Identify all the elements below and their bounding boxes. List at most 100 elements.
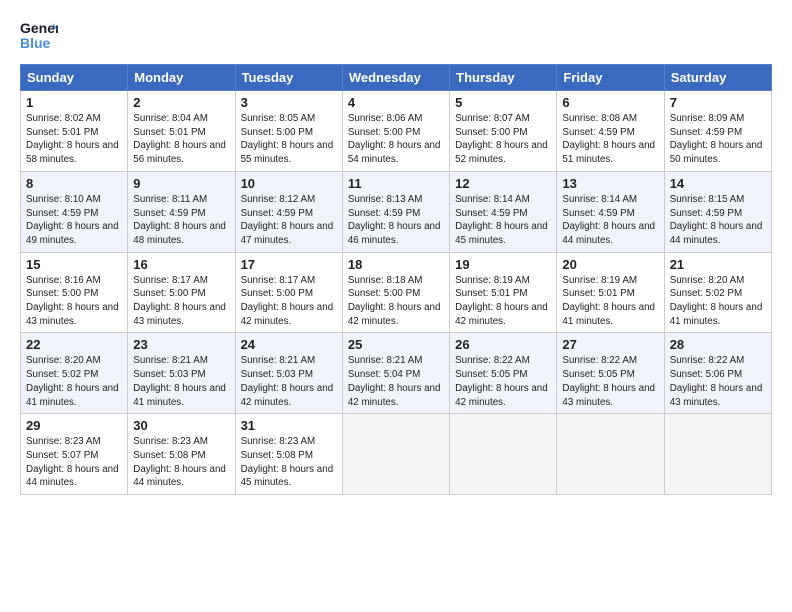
calendar-cell: 31 Sunrise: 8:23 AMSunset: 5:08 PMDaylig… bbox=[235, 414, 342, 495]
cell-info: Sunrise: 8:23 AMSunset: 5:08 PMDaylight:… bbox=[241, 436, 334, 488]
calendar-week-row: 22 Sunrise: 8:20 AMSunset: 5:02 PMDaylig… bbox=[21, 333, 772, 414]
cell-info: Sunrise: 8:12 AMSunset: 4:59 PMDaylight:… bbox=[241, 194, 334, 246]
calendar-week-row: 8 Sunrise: 8:10 AMSunset: 4:59 PMDayligh… bbox=[21, 171, 772, 252]
calendar-cell: 4 Sunrise: 8:06 AMSunset: 5:00 PMDayligh… bbox=[342, 91, 449, 172]
day-number: 30 bbox=[133, 418, 229, 433]
day-number: 22 bbox=[26, 337, 122, 352]
calendar-cell: 6 Sunrise: 8:08 AMSunset: 4:59 PMDayligh… bbox=[557, 91, 664, 172]
page: General Blue SundayMondayTuesdayWednesda… bbox=[0, 0, 792, 505]
cell-info: Sunrise: 8:23 AMSunset: 5:07 PMDaylight:… bbox=[26, 436, 119, 488]
day-number: 3 bbox=[241, 95, 337, 110]
day-number: 11 bbox=[348, 176, 444, 191]
day-number: 31 bbox=[241, 418, 337, 433]
calendar-cell: 13 Sunrise: 8:14 AMSunset: 4:59 PMDaylig… bbox=[557, 171, 664, 252]
calendar-cell bbox=[450, 414, 557, 495]
day-number: 6 bbox=[562, 95, 658, 110]
cell-info: Sunrise: 8:20 AMSunset: 5:02 PMDaylight:… bbox=[26, 355, 119, 407]
svg-text:Blue: Blue bbox=[20, 35, 51, 51]
calendar-cell: 28 Sunrise: 8:22 AMSunset: 5:06 PMDaylig… bbox=[664, 333, 771, 414]
day-number: 19 bbox=[455, 257, 551, 272]
cell-info: Sunrise: 8:18 AMSunset: 5:00 PMDaylight:… bbox=[348, 275, 441, 327]
calendar-cell: 29 Sunrise: 8:23 AMSunset: 5:07 PMDaylig… bbox=[21, 414, 128, 495]
day-number: 23 bbox=[133, 337, 229, 352]
calendar-cell: 17 Sunrise: 8:17 AMSunset: 5:00 PMDaylig… bbox=[235, 252, 342, 333]
col-header-saturday: Saturday bbox=[664, 65, 771, 91]
day-number: 9 bbox=[133, 176, 229, 191]
day-number: 14 bbox=[670, 176, 766, 191]
day-number: 7 bbox=[670, 95, 766, 110]
calendar-cell: 20 Sunrise: 8:19 AMSunset: 5:01 PMDaylig… bbox=[557, 252, 664, 333]
calendar-week-row: 1 Sunrise: 8:02 AMSunset: 5:01 PMDayligh… bbox=[21, 91, 772, 172]
col-header-tuesday: Tuesday bbox=[235, 65, 342, 91]
cell-info: Sunrise: 8:17 AMSunset: 5:00 PMDaylight:… bbox=[133, 275, 226, 327]
calendar-cell: 19 Sunrise: 8:19 AMSunset: 5:01 PMDaylig… bbox=[450, 252, 557, 333]
calendar-week-row: 15 Sunrise: 8:16 AMSunset: 5:00 PMDaylig… bbox=[21, 252, 772, 333]
cell-info: Sunrise: 8:17 AMSunset: 5:00 PMDaylight:… bbox=[241, 275, 334, 327]
calendar-cell: 5 Sunrise: 8:07 AMSunset: 5:00 PMDayligh… bbox=[450, 91, 557, 172]
col-header-sunday: Sunday bbox=[21, 65, 128, 91]
day-number: 18 bbox=[348, 257, 444, 272]
day-number: 15 bbox=[26, 257, 122, 272]
col-header-wednesday: Wednesday bbox=[342, 65, 449, 91]
cell-info: Sunrise: 8:21 AMSunset: 5:03 PMDaylight:… bbox=[133, 355, 226, 407]
cell-info: Sunrise: 8:21 AMSunset: 5:03 PMDaylight:… bbox=[241, 355, 334, 407]
calendar-cell: 2 Sunrise: 8:04 AMSunset: 5:01 PMDayligh… bbox=[128, 91, 235, 172]
day-number: 10 bbox=[241, 176, 337, 191]
calendar-cell: 30 Sunrise: 8:23 AMSunset: 5:08 PMDaylig… bbox=[128, 414, 235, 495]
calendar-cell: 27 Sunrise: 8:22 AMSunset: 5:05 PMDaylig… bbox=[557, 333, 664, 414]
day-number: 13 bbox=[562, 176, 658, 191]
day-number: 28 bbox=[670, 337, 766, 352]
cell-info: Sunrise: 8:02 AMSunset: 5:01 PMDaylight:… bbox=[26, 113, 119, 165]
calendar-cell: 24 Sunrise: 8:21 AMSunset: 5:03 PMDaylig… bbox=[235, 333, 342, 414]
day-number: 8 bbox=[26, 176, 122, 191]
calendar-cell: 14 Sunrise: 8:15 AMSunset: 4:59 PMDaylig… bbox=[664, 171, 771, 252]
col-header-monday: Monday bbox=[128, 65, 235, 91]
calendar-cell: 7 Sunrise: 8:09 AMSunset: 4:59 PMDayligh… bbox=[664, 91, 771, 172]
calendar-cell bbox=[557, 414, 664, 495]
calendar-header-row: SundayMondayTuesdayWednesdayThursdayFrid… bbox=[21, 65, 772, 91]
logo-flag-icon: General Blue bbox=[20, 18, 58, 52]
calendar-cell: 16 Sunrise: 8:17 AMSunset: 5:00 PMDaylig… bbox=[128, 252, 235, 333]
cell-info: Sunrise: 8:20 AMSunset: 5:02 PMDaylight:… bbox=[670, 275, 763, 327]
cell-info: Sunrise: 8:08 AMSunset: 4:59 PMDaylight:… bbox=[562, 113, 655, 165]
calendar-cell: 11 Sunrise: 8:13 AMSunset: 4:59 PMDaylig… bbox=[342, 171, 449, 252]
cell-info: Sunrise: 8:22 AMSunset: 5:05 PMDaylight:… bbox=[455, 355, 548, 407]
day-number: 4 bbox=[348, 95, 444, 110]
cell-info: Sunrise: 8:16 AMSunset: 5:00 PMDaylight:… bbox=[26, 275, 119, 327]
day-number: 5 bbox=[455, 95, 551, 110]
day-number: 25 bbox=[348, 337, 444, 352]
logo: General Blue bbox=[20, 18, 58, 52]
calendar-cell: 3 Sunrise: 8:05 AMSunset: 5:00 PMDayligh… bbox=[235, 91, 342, 172]
calendar-cell bbox=[664, 414, 771, 495]
logo-container: General Blue bbox=[20, 18, 58, 52]
cell-info: Sunrise: 8:14 AMSunset: 4:59 PMDaylight:… bbox=[455, 194, 548, 246]
calendar-cell: 21 Sunrise: 8:20 AMSunset: 5:02 PMDaylig… bbox=[664, 252, 771, 333]
calendar-cell: 22 Sunrise: 8:20 AMSunset: 5:02 PMDaylig… bbox=[21, 333, 128, 414]
cell-info: Sunrise: 8:22 AMSunset: 5:06 PMDaylight:… bbox=[670, 355, 763, 407]
header: General Blue bbox=[20, 18, 772, 52]
calendar-cell: 25 Sunrise: 8:21 AMSunset: 5:04 PMDaylig… bbox=[342, 333, 449, 414]
cell-info: Sunrise: 8:19 AMSunset: 5:01 PMDaylight:… bbox=[562, 275, 655, 327]
day-number: 20 bbox=[562, 257, 658, 272]
day-number: 17 bbox=[241, 257, 337, 272]
calendar-week-row: 29 Sunrise: 8:23 AMSunset: 5:07 PMDaylig… bbox=[21, 414, 772, 495]
calendar-cell: 18 Sunrise: 8:18 AMSunset: 5:00 PMDaylig… bbox=[342, 252, 449, 333]
calendar-cell: 23 Sunrise: 8:21 AMSunset: 5:03 PMDaylig… bbox=[128, 333, 235, 414]
cell-info: Sunrise: 8:21 AMSunset: 5:04 PMDaylight:… bbox=[348, 355, 441, 407]
cell-info: Sunrise: 8:23 AMSunset: 5:08 PMDaylight:… bbox=[133, 436, 226, 488]
col-header-friday: Friday bbox=[557, 65, 664, 91]
cell-info: Sunrise: 8:19 AMSunset: 5:01 PMDaylight:… bbox=[455, 275, 548, 327]
cell-info: Sunrise: 8:15 AMSunset: 4:59 PMDaylight:… bbox=[670, 194, 763, 246]
svg-text:General: General bbox=[20, 20, 58, 36]
day-number: 24 bbox=[241, 337, 337, 352]
calendar-table: SundayMondayTuesdayWednesdayThursdayFrid… bbox=[20, 64, 772, 495]
cell-info: Sunrise: 8:05 AMSunset: 5:00 PMDaylight:… bbox=[241, 113, 334, 165]
day-number: 12 bbox=[455, 176, 551, 191]
day-number: 27 bbox=[562, 337, 658, 352]
calendar-cell: 9 Sunrise: 8:11 AMSunset: 4:59 PMDayligh… bbox=[128, 171, 235, 252]
calendar-cell: 26 Sunrise: 8:22 AMSunset: 5:05 PMDaylig… bbox=[450, 333, 557, 414]
calendar-cell bbox=[342, 414, 449, 495]
col-header-thursday: Thursday bbox=[450, 65, 557, 91]
day-number: 1 bbox=[26, 95, 122, 110]
day-number: 2 bbox=[133, 95, 229, 110]
